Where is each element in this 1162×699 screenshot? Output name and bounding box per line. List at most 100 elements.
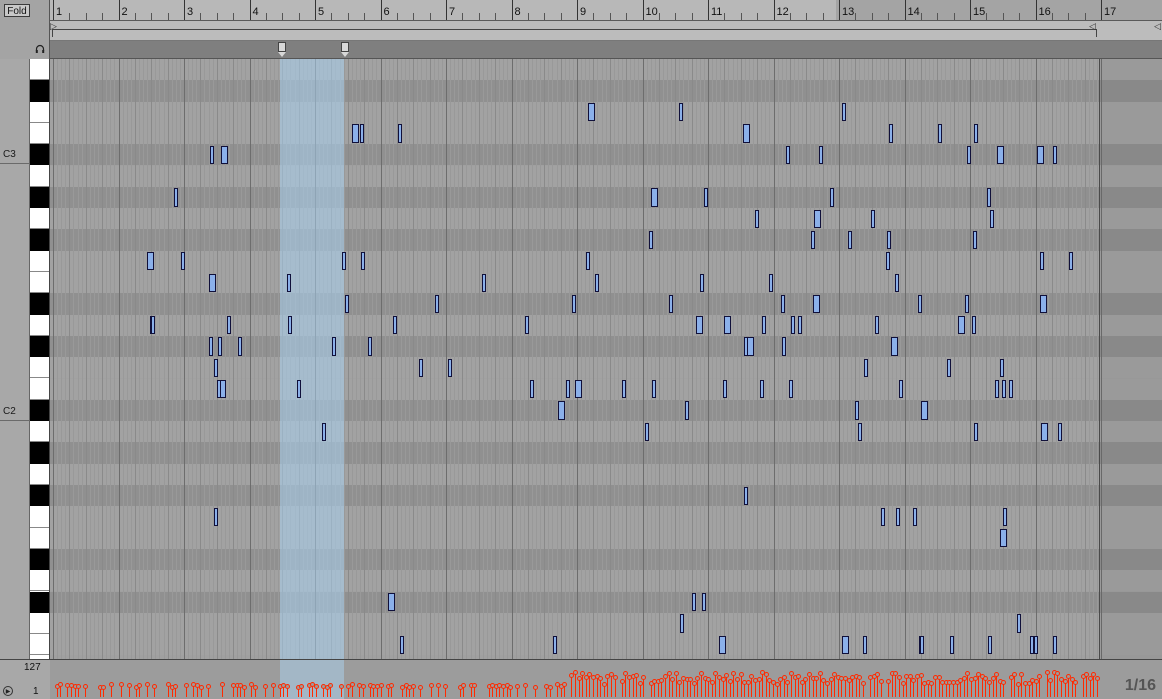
- velocity-handle[interactable]: [429, 682, 434, 688]
- velocity-handle[interactable]: [1073, 680, 1079, 686]
- piano-key-white[interactable]: [30, 506, 49, 528]
- midi-note[interactable]: [1034, 635, 1039, 654]
- velocity-stem[interactable]: [967, 672, 969, 697]
- velocity-handle[interactable]: [533, 684, 539, 690]
- velocity-handle[interactable]: [270, 682, 276, 688]
- velocity-stem[interactable]: [643, 677, 645, 697]
- midi-note[interactable]: [864, 358, 869, 377]
- piano-keyboard[interactable]: [30, 59, 50, 659]
- midi-note[interactable]: [788, 380, 793, 399]
- midi-note[interactable]: [889, 124, 894, 143]
- velocity-handle[interactable]: [814, 676, 820, 681]
- velocity-handle[interactable]: [857, 675, 863, 681]
- headphones-icon[interactable]: [35, 44, 45, 54]
- midi-note[interactable]: [841, 635, 849, 654]
- velocity-stem[interactable]: [809, 674, 810, 697]
- velocity-handle[interactable]: [918, 673, 924, 679]
- velocity-handle[interactable]: [641, 675, 647, 680]
- velocity-stem[interactable]: [668, 673, 670, 697]
- velocity-stem[interactable]: [665, 676, 666, 697]
- midi-note[interactable]: [1040, 252, 1045, 271]
- midi-note[interactable]: [644, 422, 649, 441]
- velocity-handle[interactable]: [184, 683, 190, 689]
- velocity-stem[interactable]: [607, 675, 609, 697]
- velocity-stem[interactable]: [1082, 676, 1084, 697]
- velocity-stem[interactable]: [891, 673, 893, 697]
- velocity-handle[interactable]: [601, 681, 607, 687]
- midi-note[interactable]: [217, 380, 222, 399]
- midi-note[interactable]: [181, 252, 186, 271]
- velocity-stem[interactable]: [575, 672, 576, 697]
- midi-note[interactable]: [151, 316, 156, 335]
- midi-note[interactable]: [1069, 252, 1074, 271]
- velocity-stem[interactable]: [794, 677, 796, 697]
- midi-note[interactable]: [855, 401, 860, 420]
- velocity-stem[interactable]: [1039, 676, 1041, 697]
- velocity-stem[interactable]: [758, 679, 760, 697]
- velocity-handle[interactable]: [695, 675, 701, 681]
- velocity-handle[interactable]: [252, 684, 258, 690]
- midi-note[interactable]: [973, 230, 977, 250]
- midi-note[interactable]: [786, 145, 791, 164]
- velocity-handle[interactable]: [666, 671, 672, 677]
- midi-note[interactable]: [322, 422, 326, 441]
- velocity-handle[interactable]: [515, 684, 521, 690]
- midi-note[interactable]: [755, 209, 760, 228]
- midi-note[interactable]: [359, 124, 364, 143]
- velocity-handle[interactable]: [1044, 670, 1050, 676]
- velocity-handle[interactable]: [119, 682, 125, 688]
- midi-note[interactable]: [950, 635, 955, 654]
- velocity-handle[interactable]: [886, 679, 892, 685]
- piano-key-white[interactable]: [30, 122, 49, 145]
- velocity-handle[interactable]: [76, 683, 82, 689]
- midi-note[interactable]: [921, 401, 929, 420]
- velocity-handle[interactable]: [576, 675, 582, 681]
- piano-key-white[interactable]: [30, 357, 49, 379]
- midi-note[interactable]: [947, 358, 952, 377]
- midi-note[interactable]: [448, 358, 453, 377]
- midi-note[interactable]: [287, 273, 291, 292]
- midi-note[interactable]: [813, 294, 821, 314]
- midi-note[interactable]: [227, 316, 232, 335]
- midi-note[interactable]: [552, 635, 557, 654]
- midi-note[interactable]: [650, 188, 658, 207]
- velocity-stem[interactable]: [719, 676, 720, 697]
- velocity-stem[interactable]: [791, 673, 792, 697]
- velocity-handle[interactable]: [673, 670, 679, 676]
- midi-note[interactable]: [213, 507, 218, 527]
- velocity-stem[interactable]: [798, 676, 800, 697]
- velocity-handle[interactable]: [875, 671, 881, 677]
- midi-note[interactable]: [1053, 145, 1057, 164]
- velocity-stem[interactable]: [704, 678, 706, 697]
- midi-note[interactable]: [895, 273, 899, 292]
- velocity-stem[interactable]: [571, 675, 573, 697]
- velocity-handle[interactable]: [137, 683, 143, 689]
- midi-note[interactable]: [768, 273, 773, 292]
- midi-note[interactable]: [973, 422, 978, 441]
- velocity-handle[interactable]: [1037, 674, 1043, 680]
- velocity-handle[interactable]: [436, 682, 442, 688]
- midi-note[interactable]: [210, 145, 214, 164]
- velocity-stem[interactable]: [1053, 672, 1055, 697]
- midi-note[interactable]: [780, 294, 785, 314]
- piano-key-black[interactable]: [30, 548, 49, 571]
- midi-note[interactable]: [781, 337, 786, 356]
- midi-note[interactable]: [847, 230, 852, 250]
- velocity-stem[interactable]: [1057, 672, 1059, 697]
- velocity-handle[interactable]: [861, 681, 866, 687]
- midi-note[interactable]: [996, 145, 1004, 164]
- velocity-stem[interactable]: [632, 675, 634, 697]
- midi-note[interactable]: [957, 316, 965, 335]
- velocity-handle[interactable]: [619, 678, 625, 684]
- midi-note[interactable]: [746, 337, 754, 356]
- velocity-handle[interactable]: [472, 683, 478, 689]
- piano-key-black[interactable]: [30, 485, 49, 507]
- velocity-handle[interactable]: [1055, 670, 1061, 676]
- note-grid[interactable]: [50, 59, 1162, 659]
- midi-note[interactable]: [999, 358, 1004, 377]
- velocity-handle[interactable]: [774, 681, 780, 687]
- piano-key-white[interactable]: [30, 59, 49, 81]
- velocity-handle[interactable]: [756, 677, 762, 683]
- velocity-handle[interactable]: [173, 684, 179, 690]
- velocity-handle[interactable]: [562, 682, 568, 688]
